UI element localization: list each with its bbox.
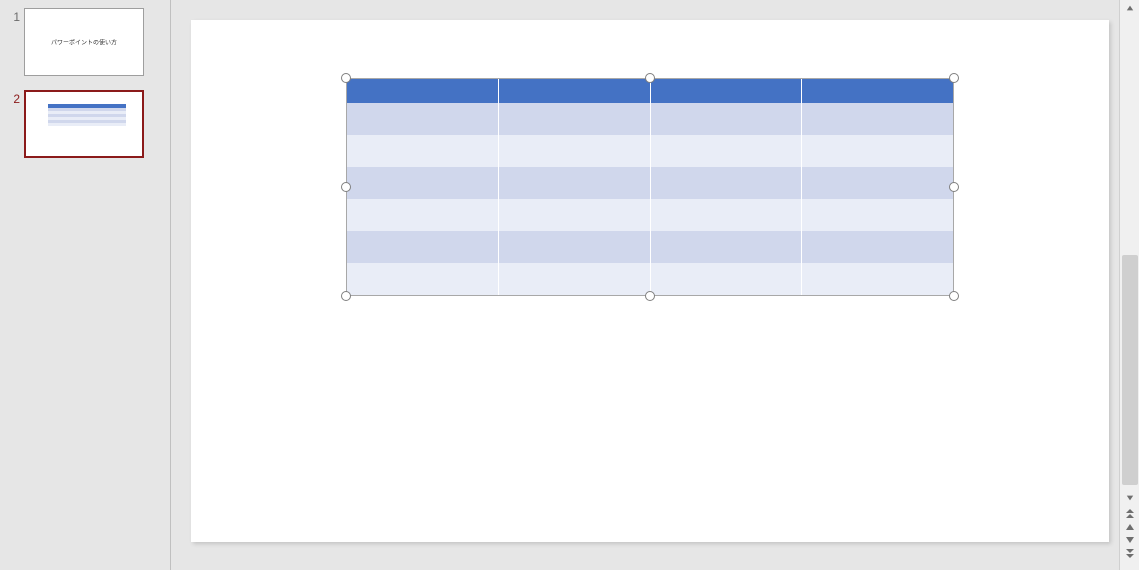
chevron-down-icon: [1125, 536, 1135, 544]
previous-slide-button[interactable]: [1120, 508, 1139, 520]
resize-handle-middle-right[interactable]: [949, 182, 959, 192]
scrollbar-thumb[interactable]: [1122, 255, 1138, 485]
table-cell[interactable]: [802, 263, 954, 295]
table-header-cell[interactable]: [802, 79, 954, 103]
table-row[interactable]: [347, 167, 953, 199]
resize-handle-bottom-left[interactable]: [341, 291, 351, 301]
table-object[interactable]: [346, 78, 954, 296]
chevron-up-icon: [1126, 4, 1134, 12]
scroll-up-button[interactable]: [1120, 0, 1139, 16]
table-cell[interactable]: [347, 199, 499, 231]
table-header-cell[interactable]: [650, 79, 802, 103]
thumbnail-slide-2[interactable]: [24, 90, 144, 158]
resize-handle-middle-left[interactable]: [341, 182, 351, 192]
table-cell[interactable]: [802, 199, 954, 231]
resize-handle-top-right[interactable]: [949, 73, 959, 83]
resize-handle-top-left[interactable]: [341, 73, 351, 83]
next-slide-button[interactable]: [1120, 547, 1139, 559]
table-cell[interactable]: [650, 167, 802, 199]
chevron-down-icon: [1126, 494, 1134, 502]
table-cell[interactable]: [650, 135, 802, 167]
previous-object-button[interactable]: [1120, 521, 1139, 533]
table-row[interactable]: [347, 135, 953, 167]
table-cell[interactable]: [347, 263, 499, 295]
table-cell[interactable]: [650, 103, 802, 135]
thumbnail-2-table-preview: [48, 104, 126, 126]
table-header-cell[interactable]: [347, 79, 499, 103]
table-cell[interactable]: [650, 231, 802, 263]
thumbnail-1-title: パワーポイントの使い方: [51, 38, 117, 47]
slide-canvas-area: [171, 0, 1119, 570]
table-row[interactable]: [347, 103, 953, 135]
table-cell[interactable]: [499, 199, 651, 231]
vertical-scrollbar: [1119, 0, 1139, 570]
resize-handle-bottom-center[interactable]: [645, 291, 655, 301]
table[interactable]: [347, 79, 953, 295]
scroll-down-button[interactable]: [1120, 490, 1139, 506]
table-cell[interactable]: [499, 103, 651, 135]
double-chevron-up-icon: [1125, 509, 1135, 519]
table-cell[interactable]: [802, 103, 954, 135]
resize-handle-top-center[interactable]: [645, 73, 655, 83]
table-cell[interactable]: [802, 167, 954, 199]
table-cell[interactable]: [499, 167, 651, 199]
table-cell[interactable]: [347, 103, 499, 135]
next-object-button[interactable]: [1120, 534, 1139, 546]
table-cell[interactable]: [499, 135, 651, 167]
chevron-up-icon: [1125, 523, 1135, 531]
thumbnail-slide-1[interactable]: パワーポイントの使い方: [24, 8, 144, 76]
table-cell[interactable]: [802, 231, 954, 263]
table-cell[interactable]: [499, 231, 651, 263]
thumbnail-number: 1: [6, 8, 24, 24]
thumbnail-number: 2: [6, 90, 24, 106]
table-cell[interactable]: [347, 135, 499, 167]
thumbnail-row-2: 2: [6, 90, 162, 158]
table-cell[interactable]: [347, 167, 499, 199]
table-cell[interactable]: [650, 263, 802, 295]
table-cell[interactable]: [650, 199, 802, 231]
table-cell[interactable]: [347, 231, 499, 263]
table-cell[interactable]: [802, 135, 954, 167]
slide-thumbnail-panel: 1 パワーポイントの使い方 2: [0, 0, 170, 570]
table-row[interactable]: [347, 199, 953, 231]
slide[interactable]: [191, 20, 1109, 542]
thumbnail-row-1: 1 パワーポイントの使い方: [6, 8, 162, 76]
resize-handle-bottom-right[interactable]: [949, 291, 959, 301]
table-header-cell[interactable]: [499, 79, 651, 103]
table-cell[interactable]: [499, 263, 651, 295]
double-chevron-down-icon: [1125, 548, 1135, 558]
table-row[interactable]: [347, 231, 953, 263]
